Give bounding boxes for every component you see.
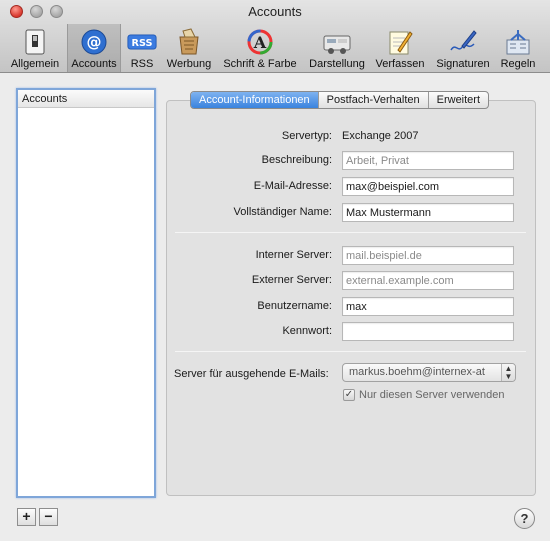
toolbar-label: Verfassen: [375, 58, 425, 70]
intern-row: Interner Server:: [170, 246, 530, 266]
svg-text:A: A: [253, 33, 267, 52]
accounts-list[interactable]: Accounts: [16, 88, 156, 498]
compose-pencil-icon: [385, 27, 415, 57]
username-label: Benutzername:: [257, 300, 332, 312]
email-row: E-Mail-Adresse:: [170, 177, 530, 197]
accounts-list-header: Accounts: [18, 90, 154, 108]
add-account-button[interactable]: +: [17, 508, 36, 526]
benutzer-row: Benutzername:: [170, 297, 530, 317]
toolbar-label: Accounts: [71, 58, 117, 70]
servertyp-value: Exchange 2007: [342, 130, 419, 142]
display-icon: [322, 27, 352, 57]
toolbar-label: Werbung: [166, 58, 212, 70]
tab-erweitert[interactable]: Erweitert: [429, 92, 488, 108]
name-row: Vollständiger Name:: [170, 203, 530, 223]
kennwort-row: Kennwort:: [170, 322, 530, 342]
toolbar-allgemein[interactable]: Allgemein: [6, 24, 64, 72]
at-sign-icon: @: [79, 27, 109, 57]
smtp-label: Server für ausgehende E-Mails:: [174, 368, 329, 380]
toolbar-label: Signaturen: [436, 58, 490, 70]
full-name-label: Vollständiger Name:: [233, 206, 332, 218]
svg-text:RSS: RSS: [132, 38, 153, 49]
external-server-label: Externer Server:: [251, 274, 332, 286]
toolbar-verfassen[interactable]: Verfassen: [372, 24, 428, 72]
password-field[interactable]: [342, 322, 514, 341]
toolbar-label: Darstellung: [309, 58, 365, 70]
beschreibung-label: Beschreibung:: [261, 154, 332, 166]
beschreibung-row: Beschreibung:: [170, 151, 530, 171]
internal-server-label: Interner Server:: [255, 249, 332, 261]
rss-badge-icon: RSS: [127, 27, 157, 57]
window-title: Accounts: [248, 4, 302, 19]
toolbar-rss[interactable]: RSS RSS: [123, 24, 161, 72]
extern-row: Externer Server:: [170, 271, 530, 291]
external-server-field[interactable]: [342, 271, 514, 290]
email-label: E-Mail-Adresse:: [253, 180, 332, 192]
remove-account-button[interactable]: −: [39, 508, 58, 526]
switch-icon: [20, 27, 50, 57]
internal-server-field[interactable]: [342, 246, 514, 265]
help-button[interactable]: ?: [514, 508, 535, 529]
smtp-server-popup[interactable]: markus.boehm@internex-at ▲ ▼: [342, 363, 516, 382]
only-this-server-label: Nur diesen Server verwenden: [359, 389, 505, 401]
svg-text:@: @: [87, 33, 102, 51]
section-divider: [175, 351, 526, 352]
toolbar-label: Regeln: [500, 58, 536, 70]
toolbar-darstellung[interactable]: Darstellung: [305, 24, 369, 72]
section-divider: [175, 232, 526, 233]
tab-account-informationen[interactable]: Account-Informationen: [191, 92, 319, 108]
full-name-field[interactable]: [342, 203, 514, 222]
password-label: Kennwort:: [282, 325, 332, 337]
toolbar-label: Allgemein: [10, 58, 60, 70]
servertyp-label: Servertyp:: [281, 130, 332, 142]
tab-postfach-verhalten[interactable]: Postfach-Verhalten: [319, 92, 429, 108]
only-this-server-checkbox[interactable]: ✓ Nur diesen Server verwenden: [343, 389, 505, 401]
beschreibung-field[interactable]: [342, 151, 514, 170]
toolbar-regeln[interactable]: Regeln: [497, 24, 539, 72]
window-titlebar: Accounts Allgemein @ Accounts RSS RSS We…: [0, 0, 550, 73]
toolbar-label: Schrift & Farbe: [223, 58, 297, 70]
toolbar-werbung[interactable]: Werbung: [164, 24, 214, 72]
smtp-server-value: markus.boehm@internex-at: [349, 366, 485, 378]
toolbar-accounts[interactable]: @ Accounts: [67, 24, 121, 72]
account-tabs: Account-Informationen Postfach-Verhalten…: [190, 91, 490, 109]
toolbar-schrift-farbe[interactable]: A Schrift & Farbe: [220, 24, 300, 72]
servertyp-row: Servertyp: Exchange 2007: [170, 127, 530, 147]
font-color-icon: A: [245, 27, 275, 57]
username-field[interactable]: [342, 297, 514, 316]
checkmark-icon: ✓: [343, 389, 355, 401]
toolbar-label: RSS: [130, 58, 154, 70]
signature-pen-icon: [448, 27, 478, 57]
junk-mail-icon: [174, 27, 204, 57]
updown-arrows-icon: ▲ ▼: [501, 364, 515, 381]
email-field[interactable]: [342, 177, 514, 196]
rules-icon: [503, 27, 533, 57]
toolbar-signaturen[interactable]: Signaturen: [432, 24, 494, 72]
preferences-toolbar: Allgemein @ Accounts RSS RSS Werbung A S…: [0, 24, 550, 72]
